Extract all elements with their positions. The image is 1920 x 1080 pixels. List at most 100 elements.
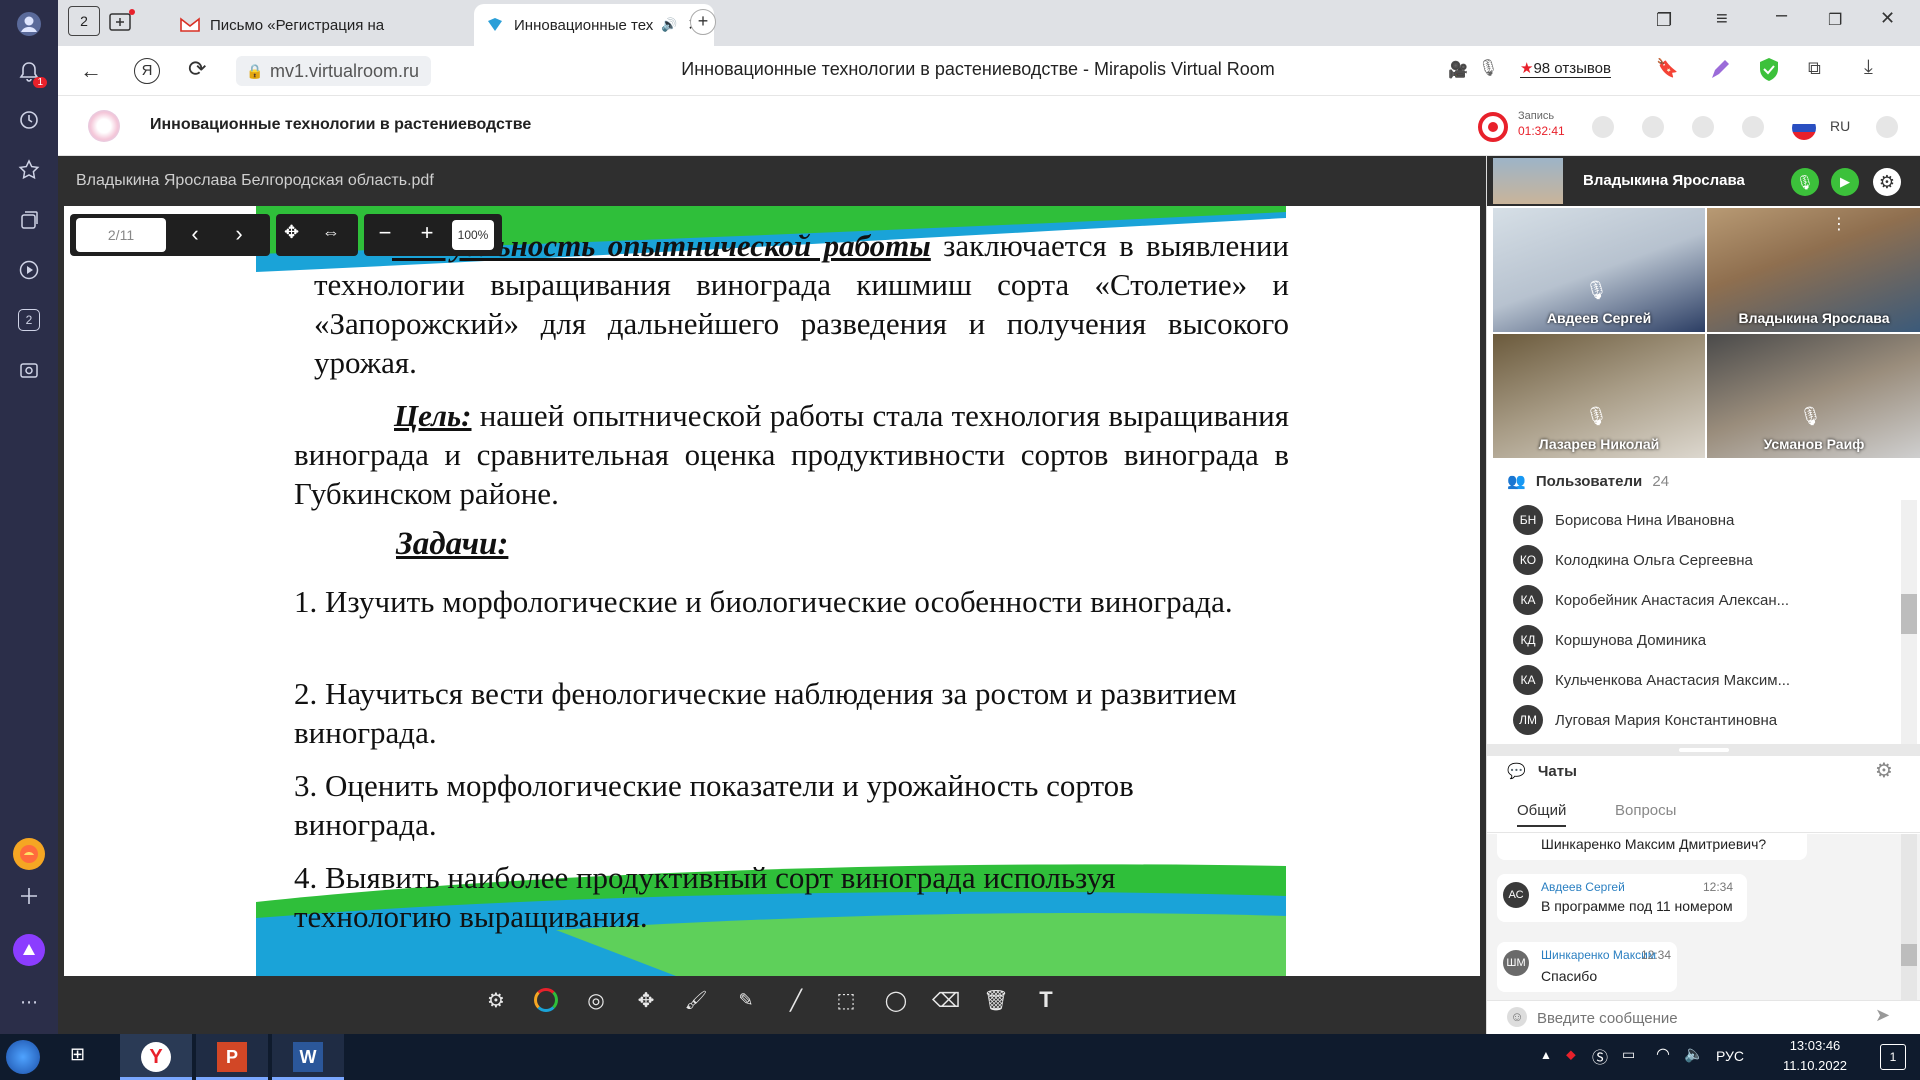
new-group-icon[interactable] (108, 8, 140, 36)
brush-icon[interactable]: 🖌 (680, 984, 712, 1016)
shield-icon[interactable] (1758, 57, 1780, 83)
favorites-star-icon[interactable] (13, 154, 45, 186)
reload-icon[interactable]: ⟳ (188, 56, 206, 82)
send-icon[interactable]: ➤ (1875, 1005, 1890, 1026)
trash-icon[interactable]: 🗑 (980, 984, 1012, 1016)
video-tile-1[interactable]: 🎙 Авдеев Сергей (1493, 208, 1705, 332)
add-panel-icon[interactable] (13, 880, 45, 912)
list-item[interactable]: КА Кульченкова Анастасия Максим... (1487, 660, 1920, 700)
clock-date[interactable]: 11.10.2022 (1766, 1058, 1864, 1073)
pen-extension-icon[interactable] (1708, 58, 1732, 82)
screen-share-icon[interactable] (1642, 116, 1664, 138)
profile-icon[interactable] (13, 8, 45, 40)
notification-center-icon[interactable]: 1 (1880, 1044, 1906, 1070)
layout-icon[interactable] (1592, 116, 1614, 138)
chat-settings-icon[interactable]: ⚙ (1875, 758, 1893, 783)
list-item[interactable]: КД Коршунова Доминика (1487, 620, 1920, 660)
menu-icon[interactable]: ≡ (1716, 8, 1728, 31)
bookmarks-panel-icon[interactable]: ❐ (1656, 10, 1672, 31)
restore-icon[interactable]: ❐ (1828, 10, 1842, 30)
text-tool-icon[interactable]: T (1030, 984, 1062, 1016)
pointer-icon[interactable]: ◎ (580, 984, 612, 1016)
fit-width-icon[interactable]: ⇔ (322, 222, 340, 243)
reviews-link[interactable]: ★98 отзывов (1520, 59, 1611, 78)
language-label[interactable]: RU (1830, 118, 1850, 134)
tab-groups-icon[interactable]: 2 (68, 6, 100, 36)
settings-gear-icon[interactable]: ⚙ (480, 984, 512, 1016)
yandex-app-icon[interactable] (13, 838, 45, 870)
eraser-icon[interactable]: ⌫ (930, 984, 962, 1016)
emoji-icon[interactable]: ☺ (1507, 1007, 1527, 1027)
pencil-icon[interactable]: ✎ (730, 984, 762, 1016)
users-scrollbar[interactable] (1901, 500, 1917, 744)
yandex-logo-icon[interactable]: Я (134, 58, 160, 84)
tray-skype-icon[interactable]: Ⓢ (1592, 1044, 1608, 1068)
tab-chat-questions[interactable]: Вопросы (1615, 802, 1676, 819)
alice-assistant-icon[interactable] (13, 934, 45, 966)
presenter-camera-icon[interactable]: ▶ (1831, 168, 1859, 196)
tray-wifi-icon[interactable]: ◠ (1656, 1044, 1670, 1064)
tray-battery-icon[interactable]: ▭ (1622, 1046, 1635, 1063)
downloads-icon[interactable]: ⤓ (1864, 56, 1873, 79)
prev-page-icon[interactable]: ‹ (178, 218, 212, 252)
video-tile-3[interactable]: 🎙 Лазарев Николай (1493, 334, 1705, 458)
video-tile-4[interactable]: 🎙 Усманов Раиф (1707, 334, 1920, 458)
back-arrow-icon[interactable]: ← (80, 58, 102, 84)
folder-icon[interactable] (1692, 116, 1714, 138)
video-tile-2[interactable]: ⋮ Владыкина Ярослава (1707, 208, 1920, 332)
new-tab-button[interactable]: + (690, 9, 716, 35)
video-menu-icon[interactable]: ⋮ (1831, 214, 1847, 234)
zoom-level[interactable]: 100% (452, 220, 494, 250)
tray-volume-icon[interactable]: 🔈 (1684, 1044, 1704, 1064)
panel-splitter[interactable] (1487, 744, 1920, 756)
clock-time[interactable]: 13:03:46 (1770, 1038, 1860, 1053)
line-icon[interactable]: ╱ (780, 984, 812, 1016)
russian-flag-icon[interactable] (1792, 116, 1816, 140)
camera-permission-icon[interactable]: 🎥 (1448, 60, 1468, 80)
extensions-icon[interactable]: ⧉ (1808, 58, 1821, 79)
rectangle-icon[interactable]: ⬚ (830, 984, 862, 1016)
users-header[interactable]: 👥 Пользователи 24 (1507, 472, 1669, 490)
color-picker-icon[interactable] (530, 984, 562, 1016)
fit-page-icon[interactable]: ✥ (284, 222, 299, 243)
notifications-icon[interactable]: 1 (13, 56, 47, 88)
task-view-icon[interactable]: ⊞ (70, 1044, 85, 1065)
move-icon[interactable]: ✥ (630, 984, 662, 1016)
circle-icon[interactable]: ◯ (880, 984, 912, 1016)
info-icon[interactable] (1742, 116, 1764, 138)
zoom-in-icon[interactable]: + (414, 220, 440, 246)
list-item[interactable]: ЛМ Луговая Мария Константиновна (1487, 700, 1920, 740)
close-window-icon[interactable]: ✕ (1880, 8, 1895, 29)
video-icon[interactable] (13, 254, 45, 286)
presenter-mic-icon[interactable]: 🎙 (1791, 168, 1819, 196)
taskbar-yandex-browser[interactable]: Y (120, 1034, 192, 1080)
counter-icon[interactable]: 2 (13, 304, 45, 336)
next-page-icon[interactable]: › (222, 218, 256, 252)
collections-icon[interactable] (13, 204, 45, 236)
chat-scrollbar[interactable] (1901, 834, 1917, 1000)
taskbar-powerpoint[interactable]: P (196, 1034, 268, 1080)
list-item[interactable]: КО Колодкина Ольга Сергеевна (1487, 540, 1920, 580)
chat-message-input[interactable] (1537, 1005, 1857, 1031)
record-icon[interactable] (1478, 112, 1508, 142)
tab-chat-general[interactable]: Общий (1517, 802, 1567, 827)
tab-email[interactable]: Письмо «Регистрация на (168, 4, 468, 46)
more-icon[interactable]: ⋯ (13, 986, 45, 1018)
history-icon[interactable] (13, 104, 45, 136)
taskbar-word[interactable]: W (272, 1034, 344, 1080)
tray-language[interactable]: РУС (1716, 1048, 1744, 1064)
document-canvas[interactable]: Актуальность опытнической работы заключа… (64, 206, 1480, 976)
exit-icon[interactable] (1876, 116, 1898, 138)
screenshot-icon[interactable] (13, 354, 45, 386)
mic-permission-icon[interactable]: 🎙 (1478, 58, 1498, 78)
list-item[interactable]: КА Коробейник Анастасия Алексан... (1487, 580, 1920, 620)
zoom-out-icon[interactable]: − (372, 220, 398, 246)
minimize-icon[interactable]: ‒ (1776, 4, 1787, 27)
tab-active[interactable]: Инновационные тех 🔊 ✕ (474, 4, 714, 46)
url-field[interactable]: 🔒 mv1.virtualroom.ru (236, 56, 432, 86)
list-item[interactable]: БН Борисова Нина Ивановна (1487, 500, 1920, 540)
start-button-icon[interactable] (6, 1040, 40, 1074)
page-indicator[interactable]: 2/11 (76, 218, 166, 252)
tray-chevron-icon[interactable]: ▲ (1540, 1048, 1552, 1062)
tray-app-icon[interactable]: ⬥ (1566, 1046, 1576, 1063)
